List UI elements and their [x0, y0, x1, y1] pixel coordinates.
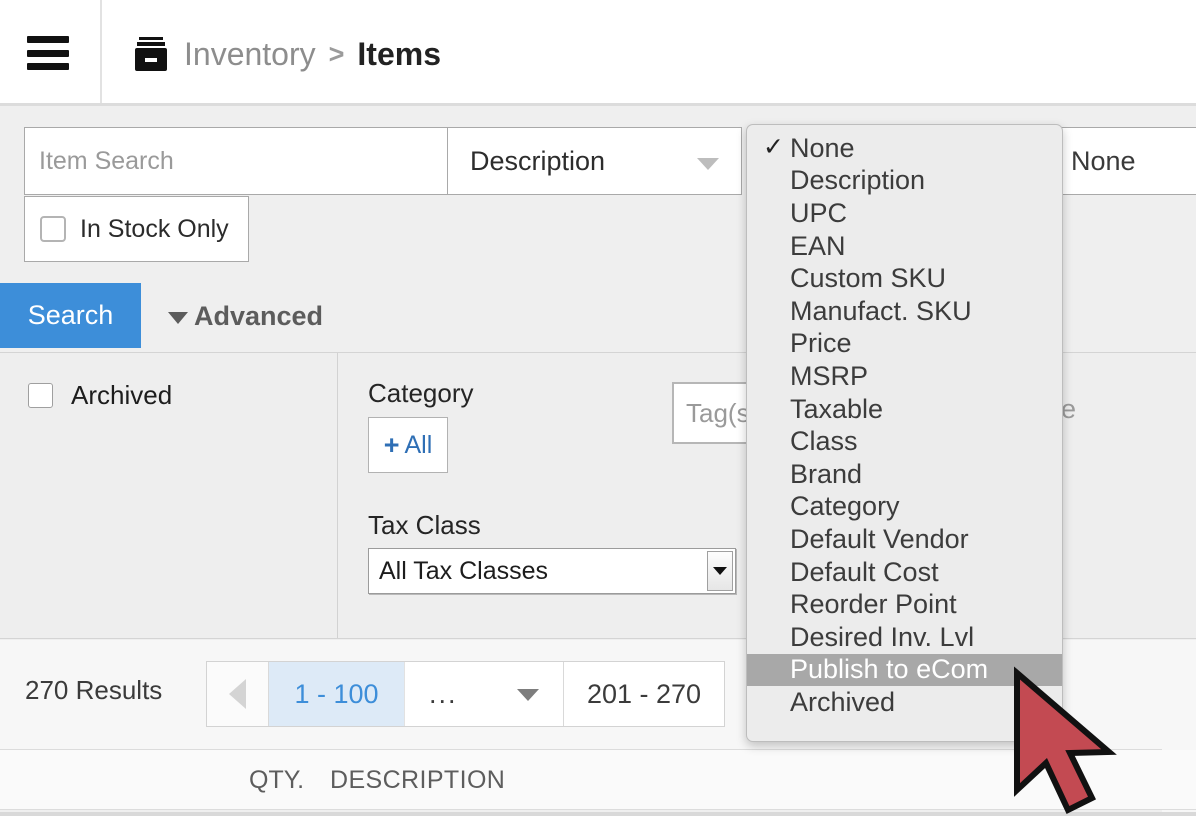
results-count: 270 Results — [25, 675, 163, 705]
dropdown-item[interactable]: Reorder Point — [747, 588, 1062, 621]
in-stock-only-label: In Stock Only — [80, 214, 229, 243]
bottom-divider — [0, 812, 1196, 816]
archived-checkbox[interactable]: Archived — [28, 380, 172, 411]
dropdown-item[interactable]: Description — [747, 165, 1062, 198]
breadcrumb: Inventory > Items — [134, 28, 441, 80]
secondary-select-value: None — [1071, 145, 1136, 176]
hamburger-bar — [27, 36, 69, 43]
dropdown-item[interactable]: EAN — [747, 230, 1062, 263]
dropdown-item[interactable]: Brand — [747, 458, 1062, 491]
chevron-down-icon — [168, 312, 188, 324]
dropdown-item[interactable]: Manufact. SKU — [747, 295, 1062, 328]
dropdown-item[interactable]: Archived — [747, 686, 1062, 719]
page-last-button[interactable]: 201 - 270 — [564, 662, 724, 726]
app-root: Inventory > Items Description None In St… — [0, 0, 1196, 816]
chevron-down-icon[interactable] — [707, 551, 733, 591]
hamburger-icon[interactable] — [27, 36, 69, 70]
category-all-label: All — [404, 430, 433, 459]
breadcrumb-current: Items — [357, 35, 441, 72]
dropdown-item[interactable]: UPC — [747, 197, 1062, 230]
dropdown-item[interactable]: Price — [747, 328, 1062, 361]
advanced-toggle-label: Advanced — [194, 301, 324, 331]
checkbox-box — [40, 216, 66, 242]
field-select-dropdown-menu[interactable]: NoneDescriptionUPCEANCustom SKUManufact.… — [746, 124, 1063, 742]
category-all-button[interactable]: + All — [368, 417, 448, 473]
search-row: Description — [24, 127, 742, 195]
dropdown-item[interactable]: Default Cost — [747, 556, 1062, 589]
pagination-control: 1 - 100 ... 201 - 270 — [206, 661, 725, 727]
in-stock-only-checkbox[interactable]: In Stock Only — [24, 196, 249, 262]
header-divider — [100, 0, 102, 103]
page-current-button[interactable]: 1 - 100 — [269, 662, 404, 726]
search-button-label: Search — [27, 300, 114, 330]
tax-class-value: All Tax Classes — [379, 556, 549, 585]
dropdown-item[interactable]: Taxable — [747, 393, 1062, 426]
dropdown-item[interactable]: None — [747, 132, 1062, 165]
dropdown-item[interactable]: Desired Inv. Lvl — [747, 621, 1062, 654]
dropdown-item[interactable]: Default Vendor — [747, 523, 1062, 556]
chevron-down-icon — [697, 158, 719, 170]
checkbox-box — [28, 383, 53, 408]
chevron-down-icon — [517, 689, 539, 701]
secondary-select[interactable]: None — [1040, 127, 1196, 195]
top-bar: Inventory > Items — [0, 0, 1196, 106]
results-table-header: QTY. DESCRIPTION — [0, 750, 1196, 810]
advanced-toggle[interactable]: Advanced — [168, 301, 323, 332]
page-range-dropdown[interactable]: ... — [404, 662, 564, 726]
hamburger-bar — [27, 63, 69, 70]
column-header-description[interactable]: DESCRIPTION — [330, 766, 505, 795]
breadcrumb-separator: > — [328, 38, 345, 69]
search-field-select[interactable]: Description — [448, 127, 742, 195]
prev-page-button[interactable] — [207, 662, 269, 726]
breadcrumb-parent[interactable]: Inventory — [184, 36, 316, 73]
plus-icon: + — [383, 429, 400, 460]
triangle-left-icon — [229, 679, 246, 709]
dropdown-item[interactable]: Custom SKU — [747, 262, 1062, 295]
dropdown-item[interactable]: Category — [747, 491, 1062, 524]
archived-label: Archived — [71, 380, 173, 410]
category-label: Category — [368, 378, 474, 408]
tax-class-label: Tax Class — [368, 510, 481, 540]
hamburger-bar — [27, 49, 69, 57]
search-button[interactable]: Search — [0, 283, 141, 348]
tax-class-select[interactable]: All Tax Classes — [368, 548, 736, 594]
dropdown-item[interactable]: Class — [747, 425, 1062, 458]
inventory-box-icon — [134, 37, 168, 71]
search-input[interactable] — [24, 127, 448, 195]
ellipsis-label: ... — [429, 678, 458, 709]
dropdown-item[interactable]: Publish to eCom — [747, 653, 1062, 687]
dropdown-item[interactable]: MSRP — [747, 360, 1062, 393]
search-field-select-value: Description — [470, 145, 606, 176]
filter-panel-left: Archived — [0, 353, 337, 638]
column-header-qty[interactable]: QTY. — [249, 766, 304, 795]
